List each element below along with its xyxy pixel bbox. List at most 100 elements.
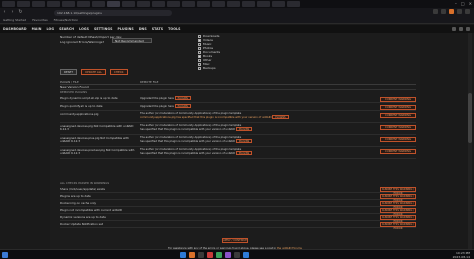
forward-icon[interactable]: › xyxy=(9,9,16,16)
browser-tab[interactable] xyxy=(62,1,75,7)
browser-tab[interactable] xyxy=(197,1,210,7)
app-icon[interactable] xyxy=(198,252,204,258)
close-icon[interactable]: ✕ xyxy=(469,1,472,7)
apply-button[interactable]: APPLY / CONTINUE xyxy=(222,238,248,243)
checkbox[interactable] xyxy=(198,46,201,50)
app-icon[interactable] xyxy=(225,252,231,258)
ignore-warning-button[interactable]: IGNORE THIS WARNING / ERROR xyxy=(380,201,416,209)
plugins-button[interactable]: PLUGINS xyxy=(235,151,253,156)
bookmark-item[interactable]: Fitness/Nutrition xyxy=(54,18,79,22)
start-icon[interactable] xyxy=(2,252,8,258)
plugin-file: Plugin dynamic.script.sh.zip is up to da… xyxy=(60,96,118,100)
table-row: unassigned.devices.plg Not Compatible wi… xyxy=(60,123,416,135)
file-explorer-icon[interactable] xyxy=(180,252,186,258)
browser-tab[interactable] xyxy=(137,1,150,7)
menu-icon[interactable] xyxy=(465,9,470,14)
nav-item-search[interactable]: SEARCH xyxy=(59,27,74,31)
current-warning-button[interactable]: CURRENT WARNING xyxy=(380,125,416,130)
update-all-button[interactable]: UPDATE ALL xyxy=(80,69,106,75)
app-icon[interactable] xyxy=(207,252,213,258)
browser-tab[interactable] xyxy=(167,1,180,7)
plugin-table: PLUGIN / FILE REMOTE FILE New Version Fo… xyxy=(60,80,416,159)
nav-item-stats[interactable]: STATS xyxy=(152,27,163,31)
reload-icon[interactable]: ↻ xyxy=(17,9,24,16)
checkbox[interactable] xyxy=(198,34,201,38)
plugins-button[interactable]: PLUGINS xyxy=(235,127,253,132)
checkbox[interactable] xyxy=(198,66,201,70)
checkbox[interactable] xyxy=(198,58,201,62)
browser-tab[interactable] xyxy=(257,1,270,7)
system-clock[interactable]: 10:23 PM 2023-08-14 xyxy=(453,251,470,259)
back-icon[interactable]: ‹ xyxy=(1,9,8,16)
browser-tab[interactable] xyxy=(272,1,285,7)
browser-tab[interactable] xyxy=(122,1,135,7)
nav-item-log[interactable]: LOG xyxy=(47,27,55,31)
current-warning-button[interactable]: CURRENT WARNING xyxy=(380,97,416,102)
user-icon[interactable] xyxy=(452,27,456,31)
browser-tab[interactable] xyxy=(287,1,300,7)
plugins-button[interactable]: PLUGINS xyxy=(235,139,253,144)
bell-icon[interactable] xyxy=(459,27,463,31)
nav-item-plugins[interactable]: PLUGINS xyxy=(118,27,134,31)
nav-item-tools[interactable]: TOOLS xyxy=(168,27,180,31)
checkbox[interactable] xyxy=(198,38,201,42)
browser-tab[interactable] xyxy=(152,1,165,7)
minimize-icon[interactable]: – xyxy=(455,1,457,7)
checkbox[interactable] xyxy=(198,54,201,58)
browser-tab[interactable] xyxy=(182,1,195,7)
browser-tab[interactable] xyxy=(47,1,60,7)
app-icon[interactable] xyxy=(234,252,240,258)
browser-tab[interactable] xyxy=(92,1,105,7)
ignored-errors-select[interactable]: Not Recommended xyxy=(112,38,152,43)
plugin-status: The author (or moderators of Community A… xyxy=(140,136,330,144)
nav-item-settings[interactable]: SETTINGS xyxy=(94,27,112,31)
folder-item[interactable]: Backups xyxy=(198,66,238,70)
checkbox[interactable] xyxy=(198,42,201,46)
browser-icon[interactable] xyxy=(189,252,195,258)
plugin-status: Upgraded this plugin here PLUGINS xyxy=(140,104,330,108)
ignore-warning-button[interactable]: IGNORE THIS WARNING / ERROR xyxy=(380,208,416,216)
extension-icon[interactable] xyxy=(433,9,438,14)
browser-tab[interactable] xyxy=(227,1,240,7)
page-scrollbar[interactable] xyxy=(468,33,472,249)
ignore-warning-button[interactable]: IGNORE THIS WARNING / ERROR xyxy=(380,222,416,230)
current-warning-button[interactable]: CURRENT WARNING xyxy=(380,113,416,118)
reset-button[interactable]: RESET xyxy=(60,69,77,75)
checkbox[interactable] xyxy=(198,62,201,66)
bookmark-item[interactable]: Favourites xyxy=(32,18,47,22)
scrollbar-thumb[interactable] xyxy=(468,93,472,143)
ignore-warning-button[interactable]: IGNORE THIS WARNING / ERROR xyxy=(380,215,416,223)
browser-tab[interactable] xyxy=(2,1,15,7)
nav-item-dns[interactable]: DNS xyxy=(139,27,147,31)
maximize-icon[interactable]: □ xyxy=(461,1,465,7)
address-input[interactable]: 192.168.1.10/settings/plugins xyxy=(54,9,172,16)
browser-tab[interactable] xyxy=(77,1,90,7)
browser-tab[interactable] xyxy=(107,1,120,7)
ignore-warning-button[interactable]: IGNORE THIS WARNING / ERROR xyxy=(380,194,416,202)
browser-tab[interactable] xyxy=(212,1,225,7)
nav-item-dashboard[interactable]: DASHBOARD xyxy=(3,27,27,31)
current-warning-button[interactable]: CURRENT WARNING xyxy=(380,137,416,142)
plugins-button[interactable]: PLUGINS xyxy=(174,104,191,108)
ignore-warning-button[interactable]: IGNORE THIS WARNING / ERROR xyxy=(380,187,416,195)
extension-icon[interactable] xyxy=(449,9,454,14)
checkbox[interactable] xyxy=(198,50,201,54)
browser-tab[interactable] xyxy=(32,1,45,7)
extension-icon[interactable] xyxy=(457,9,462,14)
current-warning-button[interactable]: CURRENT WARNING xyxy=(380,149,416,154)
requirement-row: Plugin not incompatible with current unR… xyxy=(60,207,416,216)
browser-tab[interactable] xyxy=(242,1,255,7)
plugins-button[interactable]: PLUGINS xyxy=(272,115,289,120)
plugin-status: The author (or moderators of Community A… xyxy=(140,148,330,156)
power-icon[interactable] xyxy=(466,27,470,31)
plugins-button[interactable]: PLUGINS xyxy=(174,96,191,100)
extension-icon[interactable] xyxy=(441,9,446,14)
browser-tab[interactable] xyxy=(17,1,30,7)
bookmark-item[interactable]: Getting Started xyxy=(3,18,26,22)
current-warning-button[interactable]: CURRENT WARNING xyxy=(380,105,416,110)
nav-item-main[interactable]: MAIN xyxy=(32,27,42,31)
app-icon[interactable] xyxy=(216,252,222,258)
check-button[interactable]: CHECK xyxy=(109,69,128,75)
nav-item-logs[interactable]: LOGS xyxy=(79,27,89,31)
app-icon[interactable] xyxy=(243,252,249,258)
